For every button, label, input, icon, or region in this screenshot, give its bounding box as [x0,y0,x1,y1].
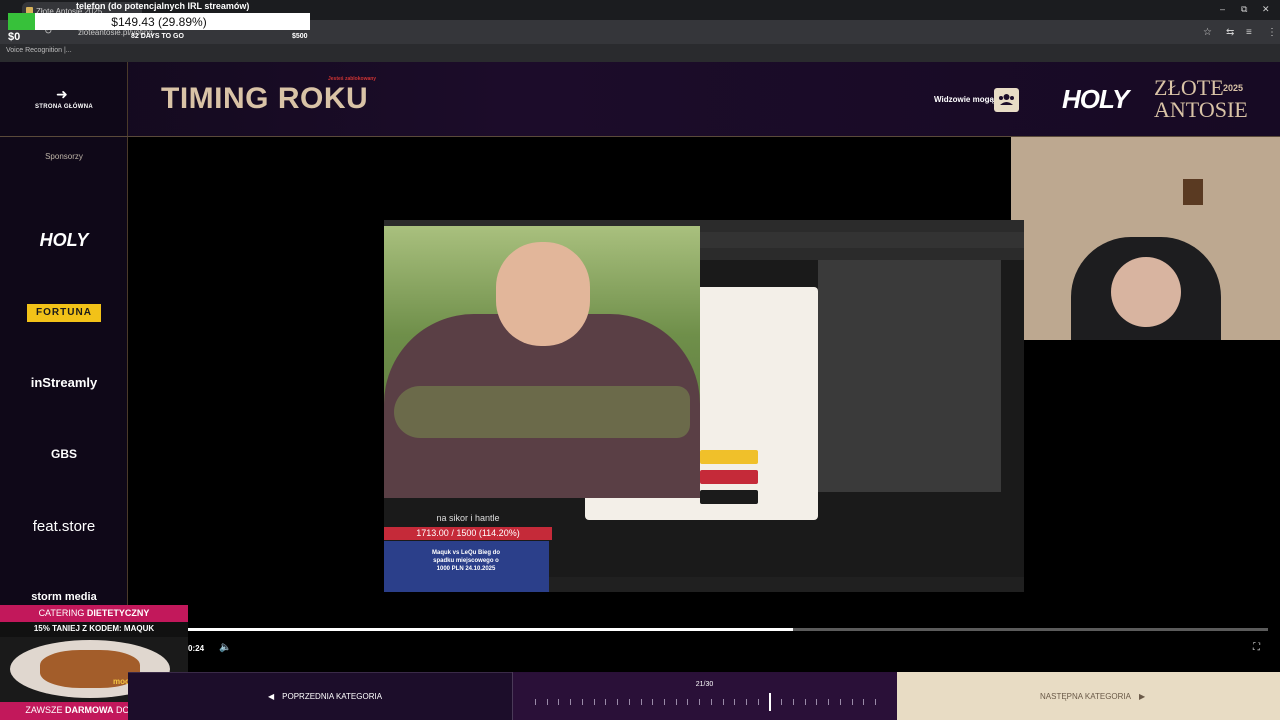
donation-bar-value: 1713.00 / 1500 (114.20%) [416,528,520,538]
sponsor-storm-media[interactable]: storm media [0,591,128,603]
previous-category-label: ◀ POPRZEDNIA KATEGORIA [268,692,382,701]
next-category-label: NASTĘPNA KATEGORIA ▶ [1040,692,1145,701]
card-button [700,490,758,504]
category-tick [558,699,560,705]
close-icon[interactable]: ✕ [1262,4,1270,15]
category-tick [757,699,759,705]
users-icon [999,94,1014,105]
photo-face [496,242,590,346]
catering-headline: CATERING DIETETYCZNY [0,605,188,622]
sponsor-featstore[interactable]: feat.store [0,518,128,535]
sponsor-holy[interactable]: HOLY [0,230,128,251]
arrow-left-icon: ➜ [56,86,68,102]
fishing-photo [384,226,700,498]
viewers-button[interactable] [994,88,1019,112]
category-tick [617,699,619,705]
category-tick [781,699,783,705]
category-tick [570,699,572,705]
category-tick [546,699,548,705]
back-home-label: STRONA GŁÓWNA [34,104,93,110]
category-tick [605,699,607,705]
webcam-feed [1011,137,1280,340]
prev-text: POPRZEDNIA KATEGORIA [282,692,383,701]
restore-icon[interactable]: ⧉ [1241,4,1247,15]
category-tick [792,699,794,705]
fullscreen-icon[interactable]: ⛶ [1253,642,1260,653]
category-tick [628,699,630,705]
back-home-button[interactable]: ➜ STRONA GŁÓWNA [0,62,128,137]
category-tick [652,699,654,705]
sponsor-instreamly[interactable]: inStreamly [0,375,128,390]
extensions-icon[interactable]: ≡ [1246,27,1252,38]
category-tick [851,699,853,705]
catering-promo-code: 15% TANIEJ Z KODEM: MAQUK [0,622,188,637]
category-tick [816,699,818,705]
volume-icon[interactable]: 🔈 [219,642,231,653]
page-title: TIMING ROKU [161,82,369,115]
minimize-icon[interactable]: – [1220,4,1225,14]
category-tick [581,699,583,705]
tab-search-icon[interactable]: ⇆ [1226,27,1234,38]
popup-title: Jesteś zablokowany [328,76,377,82]
bookmarks-bar [0,44,1280,62]
donation-bar-label: na sikor i hantle [436,513,500,523]
category-slider[interactable] [512,672,897,720]
video-progress-fill [188,628,793,631]
category-tick [828,699,830,705]
category-tick [769,693,772,711]
category-counter: 21/30 [695,681,714,688]
donation-goal-days: 82 DAYS TO GO [131,33,184,40]
photo-fish [394,386,690,438]
sponsor-fortuna[interactable]: FORTUNA [27,304,101,322]
next-text: NASTĘPNA KATEGORIA [1040,692,1131,701]
category-ticks [535,693,876,711]
przelewy-button [700,470,758,484]
donation-goal-bar: $149.43 (29.89%) [8,13,310,30]
sponsors-label: Sponsorzy [45,152,83,161]
webcam-face [1111,257,1181,327]
category-tick [875,699,876,705]
logo-line-2: ANTOSIE [1154,97,1248,122]
logo-year: 2025 [1223,83,1244,93]
holy-logo: HOLY [1062,84,1129,114]
viewers-label: Widzowie mogą [934,95,994,104]
category-tick [640,699,642,705]
video-time: 0:24 [188,644,205,653]
category-tick [722,699,724,705]
stream-promo-text: Maquk vs LeQu Bieg do spadku miejscowego… [431,550,500,572]
menu-icon[interactable]: ⋮ [1267,27,1277,38]
category-tick [687,699,689,705]
donation-goal-max: $500 [292,33,308,40]
shared-taskbar [549,577,1024,592]
category-tick [663,699,665,705]
wall-icon-picture [1183,179,1203,205]
paypal-button [700,450,758,464]
donation-goal-min: $0 [8,31,21,43]
category-tick [839,699,841,705]
category-tick [734,699,736,705]
delivery-bold: DARMOWA [65,705,114,715]
category-tick [675,699,677,705]
sponsor-gbs[interactable]: GBS [0,447,128,461]
category-tick [746,699,748,705]
category-tick [863,699,865,705]
donation-goal-amount: $149.43 (29.89%) [111,15,207,29]
catering-headline-bold: DIETETYCZNY [86,608,150,618]
voice-recognition-bookmark[interactable]: Voice Recognition |... [6,47,72,54]
delivery-prefix: ZAWSZE [25,705,65,715]
category-tick [710,699,712,705]
category-tick [535,699,536,705]
arrow-left-small-icon: ◀ [268,692,275,701]
donation-goal-title: telefon (do potencjalnych IRL streamów) [76,1,250,11]
star-icon[interactable]: ☆ [1203,27,1212,38]
arrow-right-small-icon: ▶ [1138,692,1146,701]
category-tick [699,699,701,705]
video-progress-bar[interactable] [188,628,1268,631]
category-tick [593,699,595,705]
catering-headline-prefix: CATERING [38,608,87,618]
category-tick [804,699,806,705]
video-chat-window [818,260,1001,492]
